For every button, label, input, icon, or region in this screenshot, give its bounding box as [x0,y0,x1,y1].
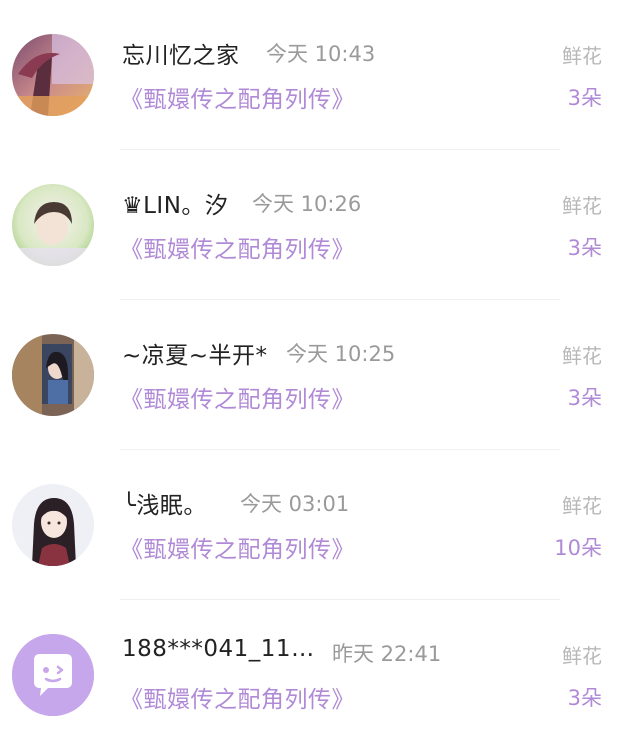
gift-record-item[interactable]: ~凉夏~半开* 今天 10:25 《甄嬛传之配角列传》 鲜花 3朵 [0,300,640,450]
user-name[interactable]: ╰浅眠。 [122,486,207,520]
gift-type-label: 鲜花 [562,194,602,218]
gift-time: 今天 10:26 [252,192,362,216]
user-avatar[interactable] [12,184,94,266]
chat-bubble-face-icon [12,634,94,716]
book-title-link[interactable]: 《甄嬛传之配角列传》 [120,230,355,264]
gift-time: 昨天 22:41 [332,642,442,666]
gift-type-label: 鲜花 [562,44,602,68]
user-avatar[interactable] [12,34,94,116]
gift-time: 今天 03:01 [240,492,350,516]
gift-type-label: 鲜花 [562,344,602,368]
gift-record-item[interactable]: 忘川忆之家 今天 10:43 《甄嬛传之配角列传》 鲜花 3朵 [0,0,640,150]
gift-count: 3朵 [567,236,602,260]
gift-type-label: 鲜花 [562,494,602,518]
gift-time: 今天 10:25 [286,342,396,366]
gift-record-item[interactable]: ♛LIN。汐 今天 10:26 《甄嬛传之配角列传》 鲜花 3朵 [0,150,640,300]
gift-count: 3朵 [567,86,602,110]
gift-count: 3朵 [567,386,602,410]
book-title-link[interactable]: 《甄嬛传之配角列传》 [120,80,355,114]
gift-type-label: 鲜花 [562,644,602,668]
gift-time: 今天 10:43 [266,42,376,66]
book-title-link[interactable]: 《甄嬛传之配角列传》 [120,680,355,714]
user-avatar[interactable] [12,484,94,566]
user-avatar[interactable] [12,634,94,716]
gift-record-list: 忘川忆之家 今天 10:43 《甄嬛传之配角列传》 鲜花 3朵 ♛LIN。汐 今… [0,0,640,730]
book-title-link[interactable]: 《甄嬛传之配角列传》 [120,380,355,414]
user-name[interactable]: 忘川忆之家 [122,36,240,70]
book-title-link[interactable]: 《甄嬛传之配角列传》 [120,530,355,564]
user-name[interactable]: ♛LIN。汐 [122,186,228,220]
gift-record-item[interactable]: ╰浅眠。 今天 03:01 《甄嬛传之配角列传》 鲜花 10朵 [0,450,640,600]
gift-count: 10朵 [554,536,602,560]
user-avatar[interactable] [12,334,94,416]
user-name[interactable]: ~凉夏~半开* [122,336,268,370]
gift-record-item[interactable]: 188***041_11… 昨天 22:41 《甄嬛传之配角列传》 鲜花 3朵 [0,600,640,750]
user-name[interactable]: 188***041_11… [122,636,315,662]
gift-count: 3朵 [567,686,602,710]
